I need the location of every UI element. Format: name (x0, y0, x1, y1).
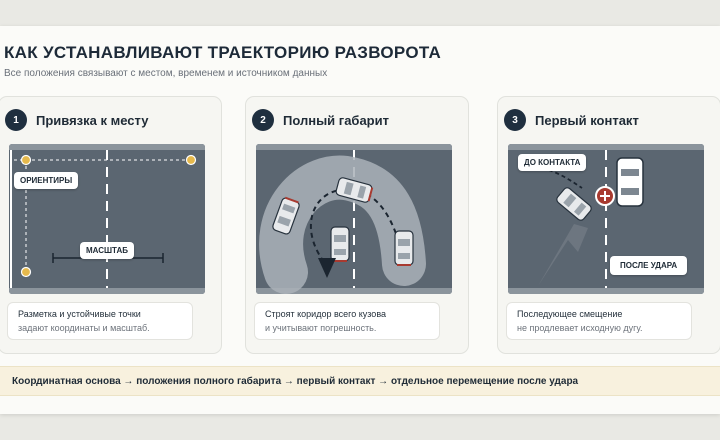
curb-top (508, 144, 704, 150)
summary-banner: Координатная основа → положения полного … (0, 366, 720, 396)
caption-line: Строят коридор всего кузова (265, 309, 386, 319)
step-caption-3: Последующее смещение не продлевает исход… (506, 302, 692, 340)
curb-bottom (9, 288, 205, 294)
step-number-badge: 2 (252, 109, 274, 131)
step-caption-1: Разметка и устойчивые точки задают коорд… (7, 302, 193, 340)
scene-envelope (256, 144, 452, 294)
other-vehicle-icon (616, 157, 644, 207)
page-subtitle: Все положения связывают с местом, времен… (4, 68, 328, 79)
caption-line: Разметка и устойчивые точки (18, 309, 141, 319)
caption-line: не продлевает исходную дугу. (517, 323, 643, 333)
scale-label: МАСШТАБ (80, 242, 134, 259)
step-title: Первый контакт (535, 112, 639, 128)
before-contact-label: ДО КОНТАКТА (518, 154, 587, 171)
landmarks-label: ОРИЕНТИРЫ (14, 172, 79, 189)
after-impact-label: ПОСЛЕ УДАРА (610, 256, 688, 275)
step-header-3: 3 Первый контакт (504, 109, 639, 131)
scene-landmarks: ОРИЕНТИРЫ МАСШТАБ (9, 144, 205, 294)
step-number-badge: 3 (504, 109, 526, 131)
caption-line: Последующее смещение (517, 309, 623, 319)
landmark-point-icon (20, 266, 32, 278)
curb-bottom (508, 288, 704, 294)
curb-top (9, 144, 205, 150)
scene-first-contact: ДО КОНТАКТА ПОСЛЕ УДАРА (508, 144, 704, 294)
car-position-icon (330, 226, 350, 262)
scene-envelope-drawing (256, 144, 452, 294)
step-title: Привязка к месту (36, 112, 149, 128)
step-card-3: 3 Первый контакт ДО КОНТАКТА ПОСЛЕ УДАРА… (497, 96, 720, 354)
caption-line: задают координаты и масштаб. (18, 323, 150, 333)
car-position-icon (394, 230, 414, 266)
step-card-2: 2 Полный габарит Строят коридор всего ку… (245, 96, 469, 354)
step-caption-2: Строят коридор всего кузова и учитывают … (254, 302, 440, 340)
step-header-1: 1 Привязка к месту (5, 109, 148, 131)
scene-landmarks-drawing (9, 144, 205, 294)
infographic-sheet: КАК УСТАНАВЛИВАЮТ ТРАЕКТОРИЮ РАЗВОРОТА В… (0, 26, 720, 414)
page-title: КАК УСТАНАВЛИВАЮТ ТРАЕКТОРИЮ РАЗВОРОТА (4, 43, 442, 62)
landmark-point-icon (20, 154, 32, 166)
step-header-2: 2 Полный габарит (252, 109, 389, 131)
caption-line: и учитывают погрешность. (265, 323, 377, 333)
curb-top (256, 144, 452, 150)
landmark-point-icon (185, 154, 197, 166)
step-number-badge: 1 (5, 109, 27, 131)
step-card-1: 1 Привязка к месту ОРИЕНТИРЫ МАСШТАБ Раз… (0, 96, 222, 354)
step-title: Полный габарит (283, 112, 389, 128)
